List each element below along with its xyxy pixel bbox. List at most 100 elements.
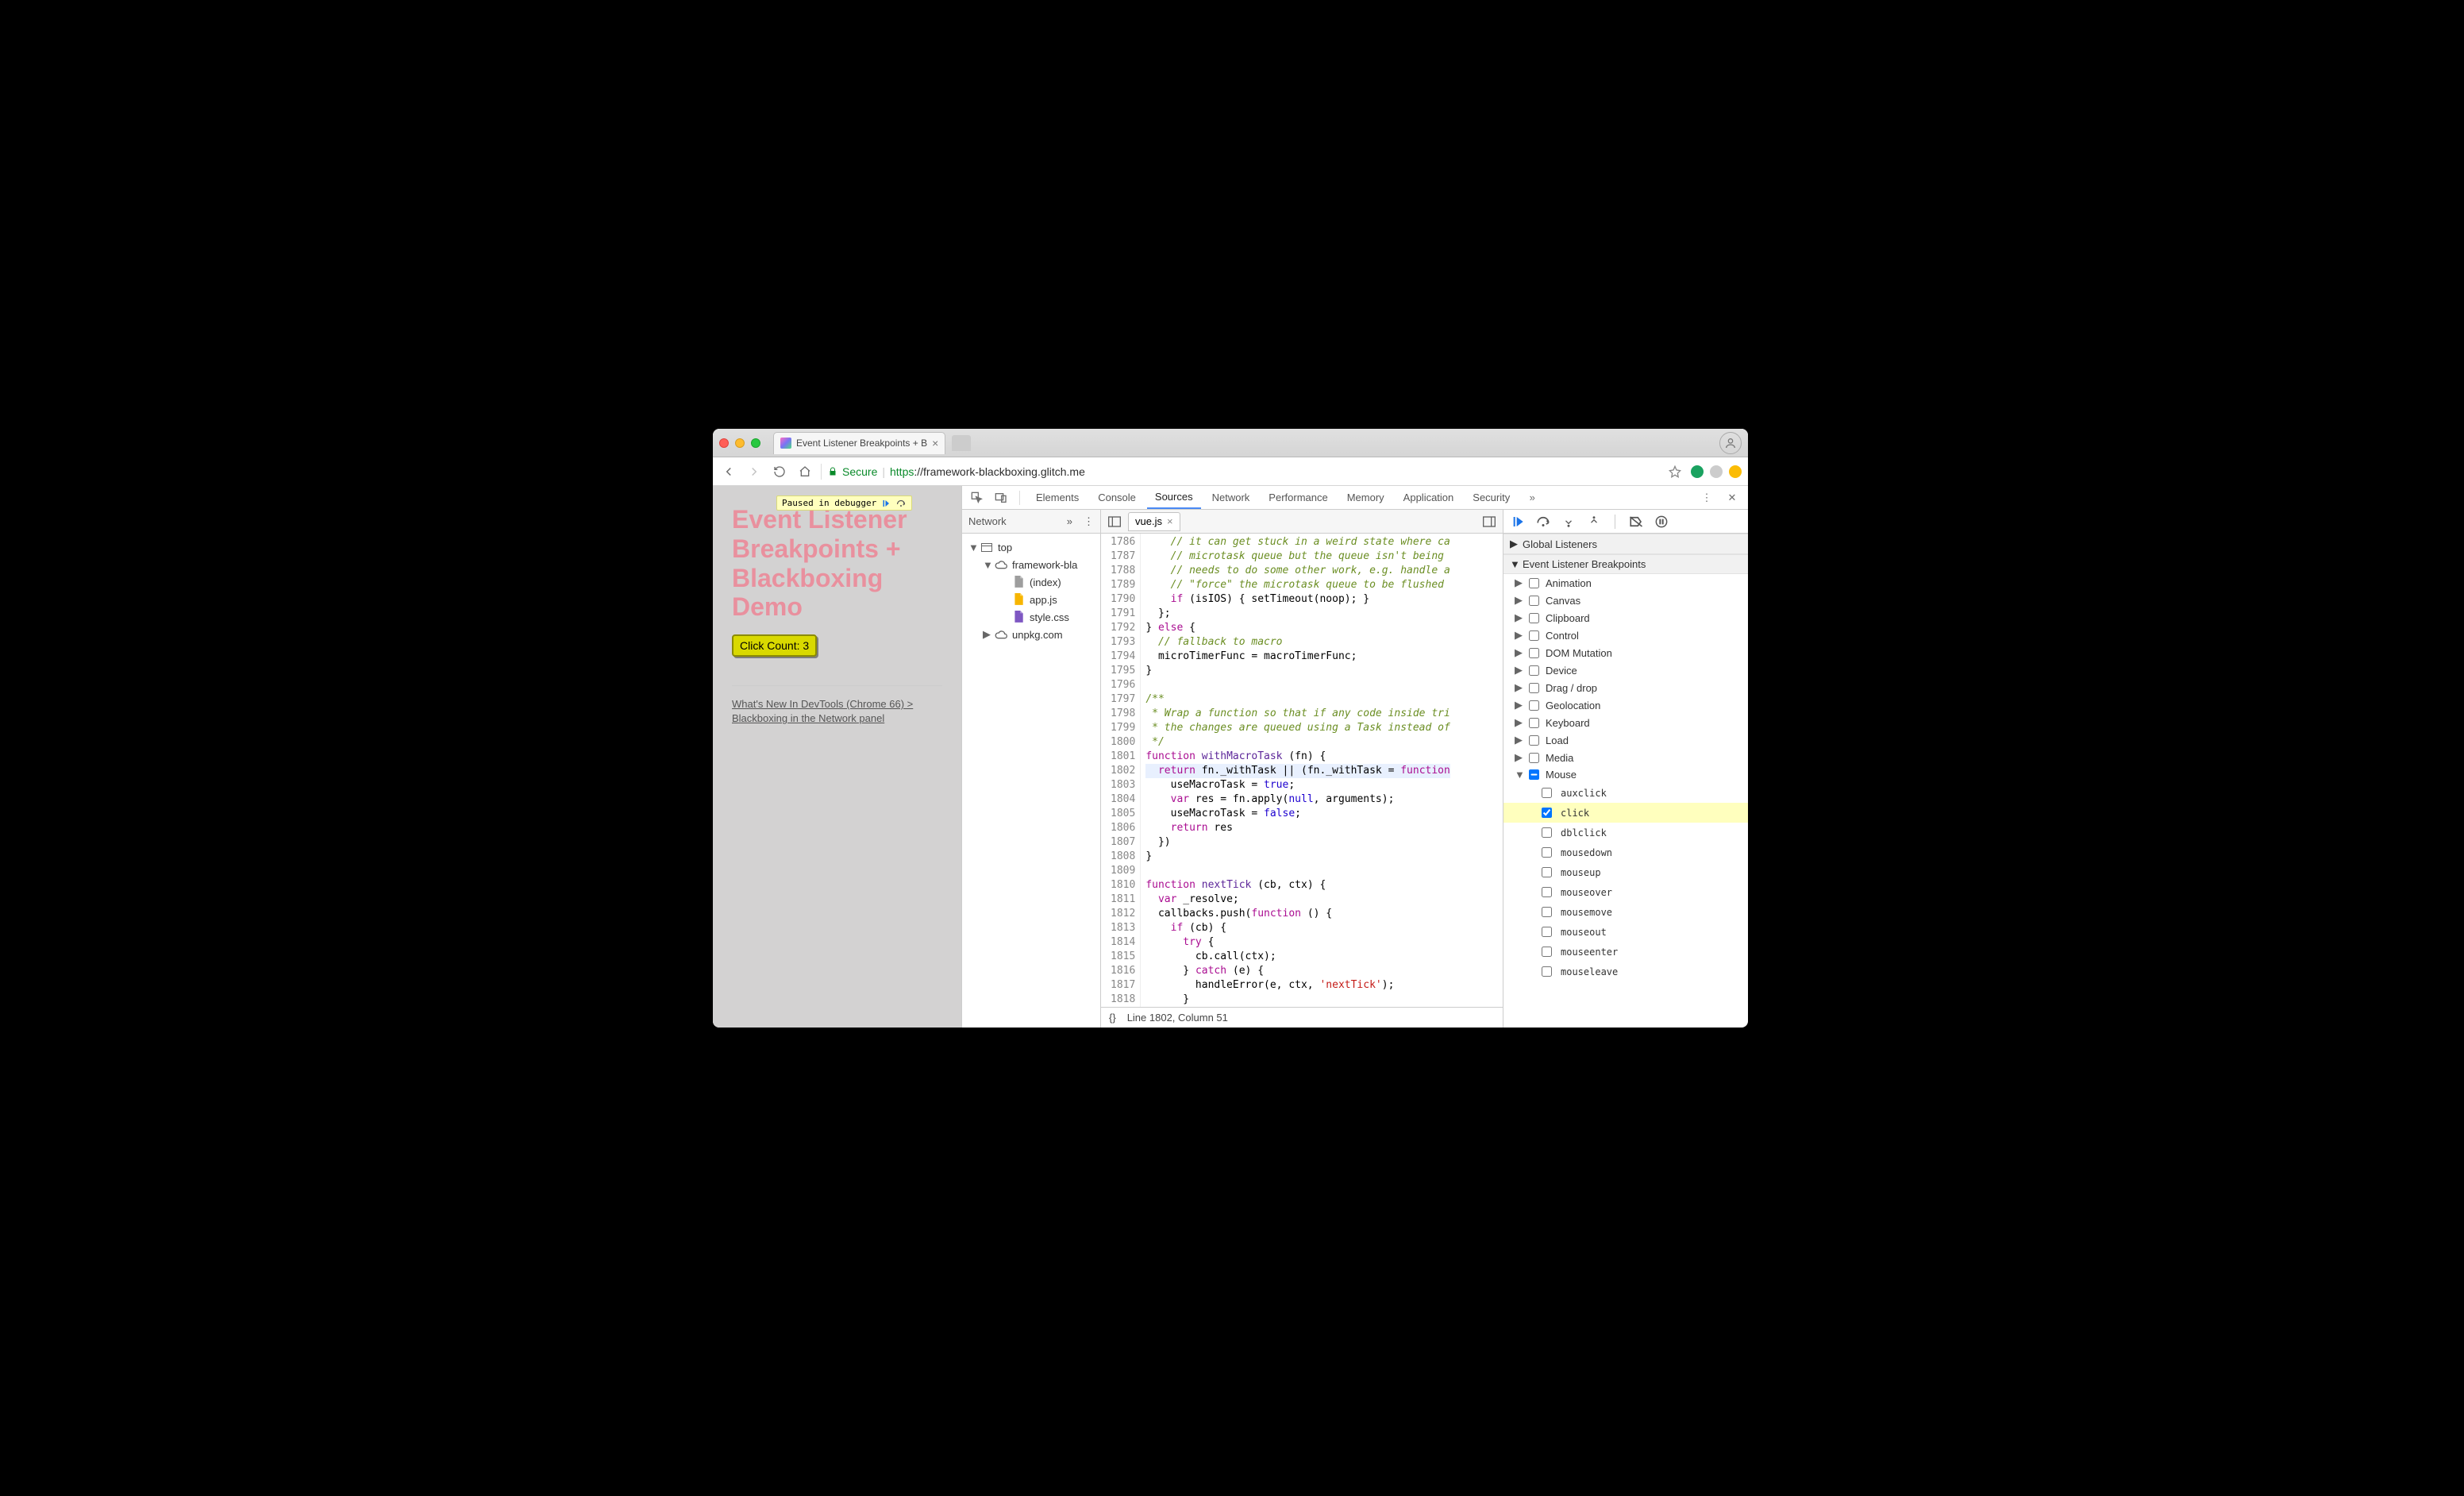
breakpoint-category[interactable]: ▼Mouse [1503,766,1748,783]
category-checkbox[interactable] [1529,700,1539,711]
breakpoint-event[interactable]: click [1503,803,1748,823]
profile-icon[interactable] [1719,432,1742,454]
section-global-listeners[interactable]: ▶ Global Listeners [1503,534,1748,554]
tab-elements[interactable]: Elements [1028,487,1087,508]
resume-icon[interactable] [881,499,891,508]
tab-console[interactable]: Console [1090,487,1144,508]
devtools-close-icon[interactable]: ✕ [1721,492,1743,504]
tree-node-host[interactable]: ▼ framework-bla [965,556,1097,573]
category-checkbox[interactable] [1529,735,1539,746]
breakpoint-event[interactable]: dblclick [1503,823,1748,842]
tab-memory[interactable]: Memory [1339,487,1392,508]
event-checkbox[interactable] [1542,867,1552,877]
forward-button[interactable] [745,462,764,481]
event-checkbox[interactable] [1542,907,1552,917]
pause-on-exceptions-button[interactable] [1654,514,1669,530]
category-checkbox[interactable] [1529,578,1539,588]
category-checkbox[interactable] [1529,769,1539,780]
breakpoint-event[interactable]: mousedown [1503,842,1748,862]
tab-security[interactable]: Security [1465,487,1518,508]
click-count-button[interactable]: Click Count: 3 [732,634,817,657]
chevron-right-icon[interactable]: ▶ [1515,611,1523,624]
bookmark-star-icon[interactable] [1665,462,1684,481]
breakpoint-category[interactable]: ▶DOM Mutation [1503,644,1748,661]
tab-application[interactable]: Application [1396,487,1462,508]
breakpoint-category[interactable]: ▶Load [1503,731,1748,749]
category-checkbox[interactable] [1529,665,1539,676]
chevron-down-icon[interactable]: ▼ [1515,769,1523,781]
event-checkbox[interactable] [1542,927,1552,937]
category-checkbox[interactable] [1529,683,1539,693]
event-checkbox[interactable] [1542,788,1552,798]
step-over-icon[interactable] [895,499,907,508]
event-checkbox[interactable] [1542,947,1552,957]
category-checkbox[interactable] [1529,613,1539,623]
breakpoint-event[interactable]: auxclick [1503,783,1748,803]
breakpoint-category[interactable]: ▶Animation [1503,574,1748,592]
extension-icon[interactable] [1710,465,1723,478]
chevron-right-icon[interactable]: ▶ [1515,716,1523,729]
chevron-right-icon[interactable]: ▶ [1515,699,1523,711]
whats-new-link[interactable]: What's New In DevTools (Chrome 66) > Bla… [732,698,913,724]
navigator-menu-icon[interactable]: ⋮ [1084,515,1094,528]
breakpoint-event[interactable]: mouseenter [1503,942,1748,962]
breakpoint-category[interactable]: ▶Media [1503,749,1748,766]
chevron-right-icon[interactable]: ▶ [1515,576,1523,589]
new-tab-button[interactable] [952,435,971,451]
breakpoint-event[interactable]: mouseleave [1503,962,1748,981]
chevron-right-icon[interactable]: ▶ [1515,594,1523,607]
category-checkbox[interactable] [1529,753,1539,763]
breakpoint-category[interactable]: ▶Canvas [1503,592,1748,609]
maximize-window-button[interactable] [751,438,760,448]
extension-icon[interactable] [1691,465,1704,478]
close-editor-tab-icon[interactable]: × [1167,515,1173,527]
code-editor[interactable]: 1786178717881789179017911792179317941795… [1101,534,1503,1007]
breakpoint-category[interactable]: ▶Geolocation [1503,696,1748,714]
section-event-listener-breakpoints[interactable]: ▼ Event Listener Breakpoints [1503,554,1748,574]
category-checkbox[interactable] [1529,596,1539,606]
tree-node-top[interactable]: ▼ top [965,538,1097,556]
chevron-right-icon[interactable]: ▶ [1515,646,1523,659]
event-checkbox[interactable] [1542,827,1552,838]
breakpoint-category[interactable]: ▶Control [1503,627,1748,644]
breakpoint-category[interactable]: ▶Clipboard [1503,609,1748,627]
event-checkbox[interactable] [1542,847,1552,858]
close-window-button[interactable] [719,438,729,448]
step-over-button[interactable] [1535,514,1551,530]
category-checkbox[interactable] [1529,648,1539,658]
home-button[interactable] [795,462,814,481]
tree-node-unpkg[interactable]: ▶ unpkg.com [965,626,1097,643]
event-checkbox[interactable] [1542,887,1552,897]
more-tabs-icon[interactable]: » [1521,492,1543,503]
tab-performance[interactable]: Performance [1261,487,1335,508]
chevron-right-icon[interactable]: ▶ [1515,751,1523,764]
event-checkbox[interactable] [1542,808,1552,818]
breakpoint-event[interactable]: mouseout [1503,922,1748,942]
deactivate-breakpoints-button[interactable] [1628,514,1644,530]
breakpoint-event[interactable]: mouseover [1503,882,1748,902]
step-into-button[interactable] [1561,514,1577,530]
devtools-menu-icon[interactable]: ⋮ [1696,492,1718,504]
address-bar[interactable]: Secure | https://framework-blackboxing.g… [828,465,1659,478]
pretty-print-icon[interactable]: {} [1109,1012,1116,1024]
reload-button[interactable] [770,462,789,481]
tree-file-index[interactable]: (index) [965,573,1097,591]
tree-file-appjs[interactable]: app.js [965,591,1097,608]
close-tab-icon[interactable]: × [932,438,938,449]
navigator-tab-network[interactable]: Network [968,515,1007,527]
chevron-right-icon[interactable]: ▶ [1515,629,1523,642]
step-out-button[interactable] [1586,514,1602,530]
breakpoint-category[interactable]: ▶Device [1503,661,1748,679]
chevron-right-icon[interactable]: ▶ [1515,681,1523,694]
breakpoint-event[interactable]: mousemove [1503,902,1748,922]
tab-network[interactable]: Network [1204,487,1258,508]
toggle-debugger-icon[interactable] [1480,516,1498,527]
category-checkbox[interactable] [1529,718,1539,728]
breakpoint-category[interactable]: ▶Drag / drop [1503,679,1748,696]
chevron-right-icon[interactable]: ▶ [1515,734,1523,746]
tab-sources[interactable]: Sources [1147,486,1201,509]
browser-tab[interactable]: Event Listener Breakpoints + B × [773,432,945,454]
back-button[interactable] [719,462,738,481]
toggle-navigator-icon[interactable] [1106,516,1123,527]
editor-tab-vuejs[interactable]: vue.js × [1128,512,1180,531]
